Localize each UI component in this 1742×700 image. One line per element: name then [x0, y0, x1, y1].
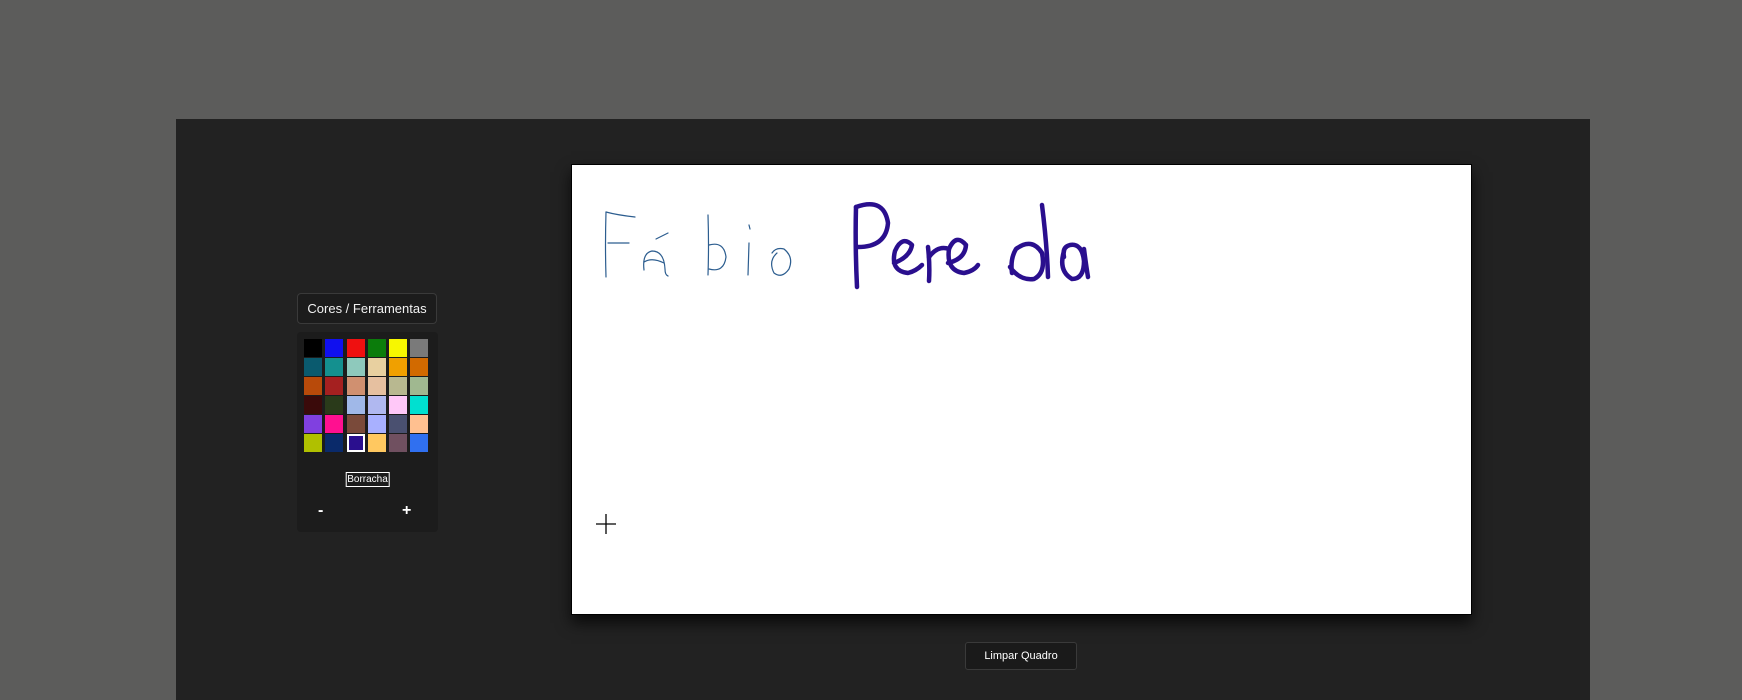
color-swatch[interactable]	[410, 339, 429, 357]
color-swatch[interactable]	[389, 358, 408, 376]
color-swatch[interactable]	[346, 358, 365, 376]
color-swatch[interactable]	[304, 339, 322, 357]
color-swatch[interactable]	[304, 396, 322, 414]
color-swatch[interactable]	[389, 415, 408, 433]
color-swatch[interactable]	[346, 415, 365, 433]
drawing-canvas[interactable]	[571, 164, 1472, 615]
brush-size-decrease-button[interactable]: -	[318, 503, 323, 519]
color-swatch[interactable]	[304, 377, 322, 395]
color-swatch[interactable]	[325, 415, 344, 433]
clear-board-button[interactable]: Limpar Quadro	[965, 642, 1077, 670]
color-swatch[interactable]	[389, 396, 408, 414]
color-swatch[interactable]	[346, 396, 365, 414]
color-swatch[interactable]	[410, 358, 429, 376]
color-swatch[interactable]	[325, 434, 344, 452]
drawing-layer	[596, 202, 1091, 534]
color-swatch[interactable]	[325, 377, 344, 395]
handwriting-peredo	[853, 202, 1091, 290]
tools-header[interactable]: Cores / Ferramentas	[297, 293, 437, 324]
brush-size-increase-button[interactable]: +	[402, 503, 411, 519]
color-swatch[interactable]	[304, 415, 322, 433]
color-swatch[interactable]	[304, 434, 322, 452]
color-swatch[interactable]	[367, 434, 386, 452]
color-swatch[interactable]	[346, 377, 365, 395]
color-swatch[interactable]	[367, 396, 386, 414]
color-swatch[interactable]	[325, 339, 344, 357]
color-swatch[interactable]	[389, 377, 408, 395]
color-swatch[interactable]	[325, 396, 344, 414]
color-swatch[interactable]	[346, 434, 365, 452]
color-swatch[interactable]	[346, 339, 365, 357]
color-swatch[interactable]	[367, 377, 386, 395]
handwriting-fabio	[604, 211, 792, 278]
color-swatch[interactable]	[389, 339, 408, 357]
crosshair-cursor-icon	[596, 514, 616, 534]
color-swatch[interactable]	[367, 339, 386, 357]
color-swatch[interactable]	[389, 434, 408, 452]
color-swatch[interactable]	[410, 377, 429, 395]
color-swatch[interactable]	[410, 434, 429, 452]
color-swatch[interactable]	[367, 415, 386, 433]
color-swatch[interactable]	[410, 396, 429, 414]
color-palette	[304, 339, 429, 452]
color-swatch[interactable]	[367, 358, 386, 376]
tools-panel: Borracha - +	[297, 332, 438, 532]
eraser-button[interactable]: Borracha	[345, 472, 390, 487]
color-swatch[interactable]	[304, 358, 322, 376]
color-swatch[interactable]	[410, 415, 429, 433]
color-swatch[interactable]	[325, 358, 344, 376]
